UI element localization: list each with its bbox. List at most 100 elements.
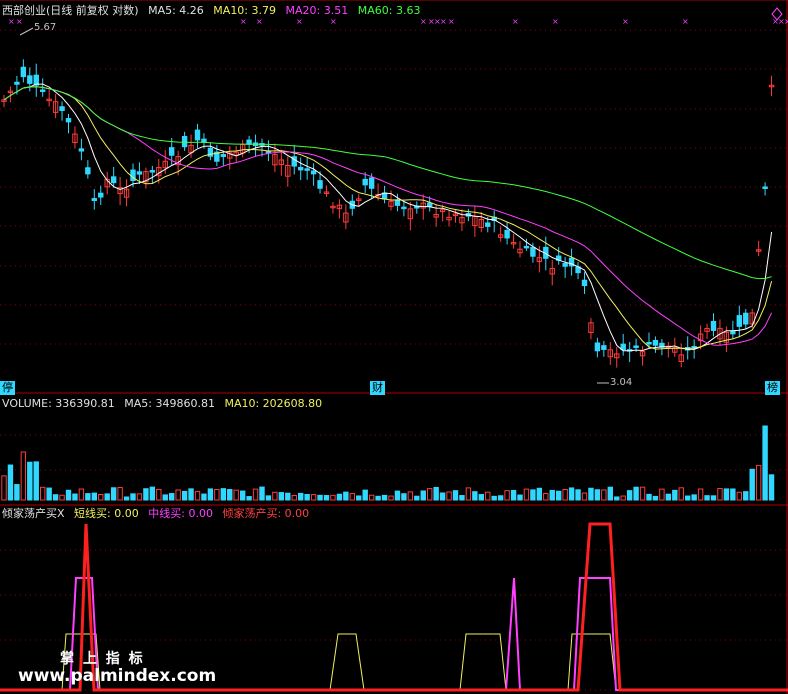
- candle-body: [362, 178, 368, 186]
- signal-x: ×: [440, 17, 447, 26]
- main-panel-header: 西部创业(日线 前复权 对数) MA5: 4.26 MA10: 3.79 MA2…: [2, 4, 426, 17]
- signal-x: ×: [8, 17, 15, 26]
- volume-bar: [414, 495, 420, 501]
- candle-body: [310, 170, 317, 175]
- volume-bar: [575, 489, 581, 501]
- signal-x: ×: [420, 17, 427, 26]
- candlesticks: [1, 59, 775, 368]
- candle-body: [317, 180, 323, 189]
- indicator-panel-header: 倾家荡产买X 短线买: 0.00 中线买: 0.00 倾家荡产买: 0.00: [2, 507, 315, 520]
- volume-bar: [568, 487, 575, 501]
- volume-bar: [433, 486, 439, 501]
- watermark-title: 掌 上 指 标: [60, 651, 145, 667]
- volume-bar: [478, 494, 485, 501]
- volume-panel-header: VOLUME: 336390.81 MA5: 349860.81 MA10: 2…: [2, 397, 328, 410]
- volume-bar: [536, 487, 543, 501]
- candle-body: [562, 262, 568, 267]
- volume-bar: [343, 491, 349, 501]
- signal-x: ×: [16, 17, 23, 26]
- volume-bar: [130, 493, 136, 501]
- signal-x: ×: [240, 17, 247, 26]
- volume-bar: [181, 490, 188, 501]
- candle-body: [194, 129, 201, 141]
- volume-bar: [259, 486, 265, 501]
- candle-body: [530, 246, 536, 257]
- volume-bar: [336, 493, 343, 501]
- signal-x: ×: [622, 17, 629, 26]
- volume-bar: [407, 491, 414, 501]
- volume-bar: [78, 488, 85, 501]
- volume-bar: [265, 495, 272, 501]
- candle-body: [581, 279, 588, 287]
- signal-x: ×: [256, 17, 263, 26]
- candle-body: [136, 171, 143, 175]
- volume-bar: [310, 494, 317, 501]
- candle-body: [65, 118, 72, 123]
- signal-x: ×: [784, 17, 788, 26]
- ma5-value: MA5: 4.26: [148, 4, 204, 17]
- volume-bar: [27, 461, 33, 501]
- candle-body: [652, 339, 659, 346]
- tag-finance[interactable]: 财: [370, 381, 385, 395]
- tag-suspend[interactable]: 停: [0, 381, 15, 395]
- volume-bar: [743, 491, 749, 501]
- volume-bar: [388, 495, 394, 501]
- volume-bar: [549, 489, 555, 501]
- volume-bar: [156, 488, 162, 501]
- volume-bar: [581, 492, 588, 501]
- candle-body: [394, 200, 401, 206]
- volume-bar: [639, 486, 646, 501]
- candle-body: [59, 106, 65, 111]
- volume-bar: [420, 490, 426, 501]
- volume-bar: [201, 493, 207, 501]
- volume-bar: [401, 493, 407, 501]
- volume-bar: [633, 486, 639, 501]
- volume-bar: [717, 488, 723, 501]
- tag-rank[interactable]: 榜: [765, 381, 780, 395]
- volume-bar: [459, 495, 465, 501]
- volume-bar: [588, 487, 594, 501]
- volume-bar: [169, 493, 175, 501]
- volume-bar: [349, 493, 356, 501]
- volume-bar: [685, 495, 691, 501]
- signal-x: ×: [330, 17, 337, 26]
- volume-bars: [1, 425, 775, 501]
- volume-bar: [33, 461, 39, 501]
- mid-buy-value: 中线买: 0.00: [148, 507, 213, 520]
- volume-bar: [239, 490, 246, 501]
- candle-body: [601, 345, 607, 350]
- volume-bar: [736, 491, 742, 501]
- stock-chart: × × × × × × × × × × × × × × × × × ×: [0, 0, 788, 694]
- volume-bar: [691, 494, 697, 501]
- ma-line: [3, 86, 773, 350]
- high-price-marker: 5.67: [34, 22, 57, 33]
- volume-bar: [136, 493, 143, 501]
- candle-body: [743, 312, 749, 325]
- volume-bar: [52, 494, 59, 501]
- candle-body: [14, 81, 20, 85]
- volume-bar: [162, 494, 168, 501]
- volume-bar: [91, 492, 97, 501]
- candle-body: [220, 154, 227, 157]
- volume-bar: [626, 490, 633, 501]
- volume-ma5-value: MA5: 349860.81: [124, 397, 215, 410]
- volume-bar: [298, 492, 304, 501]
- volume-bar: [704, 495, 710, 501]
- volume-bar: [427, 488, 433, 501]
- ma-line: [3, 86, 772, 280]
- volume-bar: [562, 488, 568, 501]
- volume-bar: [497, 495, 504, 501]
- volume-bar: [317, 494, 323, 501]
- volume-bar: [20, 451, 27, 501]
- volume-bar: [665, 493, 672, 501]
- ma-line: [3, 86, 773, 346]
- volume-bar: [710, 495, 717, 501]
- volume-bar: [117, 487, 123, 501]
- volume-bar: [356, 495, 362, 501]
- volume-bar: [149, 486, 156, 501]
- candle-body: [504, 229, 510, 239]
- low-price-marker: 3.04: [610, 377, 633, 388]
- ma60-value: MA60: 3.63: [357, 4, 421, 17]
- candle-body: [401, 206, 407, 210]
- volume-bar: [14, 484, 20, 501]
